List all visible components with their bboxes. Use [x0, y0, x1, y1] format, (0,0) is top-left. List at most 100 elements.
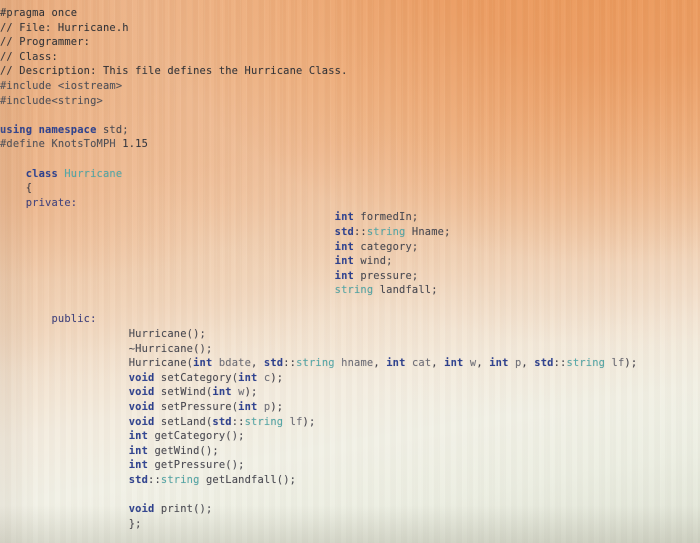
- code-token: hname: [341, 357, 374, 370]
- code-token: getWind();: [148, 444, 219, 457]
- code-line: int pressure;: [0, 269, 700, 284]
- code-line: void print();: [0, 502, 700, 517]
- code-line: void setLand(std::string lf);: [0, 415, 700, 430]
- code-token: int: [386, 357, 406, 370]
- code-token: wind;: [353, 255, 393, 268]
- code-token: class: [25, 167, 58, 180]
- code-token: 1.15: [122, 138, 149, 151]
- code-token: );: [270, 401, 284, 414]
- code-token: int: [128, 459, 149, 472]
- code-token: int: [212, 386, 232, 399]
- code-token: landfall;: [373, 284, 438, 297]
- code-token: int: [238, 401, 258, 414]
- code-token: string: [244, 415, 284, 428]
- code-token: void: [128, 503, 155, 516]
- code-line: void setPressure(int p);: [0, 400, 700, 415]
- code-line: ~Hurricane();: [0, 342, 700, 357]
- code-token: setPressure(: [154, 401, 239, 414]
- code-token: cat: [411, 357, 432, 370]
- code-line: std::string Hname;: [0, 225, 700, 240]
- screen-photo: #pragma once // File: Hurricane.h // Progr…: [0, 0, 700, 543]
- code-editor-text: #pragma once // File: Hurricane.h // Progr…: [0, 0, 700, 543]
- code-token: ,: [431, 357, 445, 370]
- code-line: };: [0, 517, 700, 532]
- code-token: int: [193, 357, 213, 370]
- code-token: #define KnotsToMPH: [0, 138, 123, 151]
- code-line: public:: [0, 312, 700, 327]
- code-token: {: [25, 182, 33, 195]
- code-token: );: [270, 371, 284, 384]
- code-token: void: [128, 371, 155, 384]
- code-token: std: [534, 357, 554, 370]
- code-line: // Class:: [0, 50, 700, 65]
- code-line: Hurricane(int bdate, std::string hname, …: [0, 356, 700, 371]
- code-token: std: [128, 474, 149, 486]
- code-token: int: [128, 444, 149, 457]
- code-token: int: [128, 430, 149, 443]
- code-token: #include <iostream>: [0, 79, 123, 92]
- code-token: #include<string>: [0, 94, 103, 107]
- code-token: void: [128, 401, 155, 414]
- code-token: bdate: [218, 357, 252, 370]
- code-token: ,: [251, 357, 264, 370]
- code-token: category;: [353, 240, 419, 253]
- code-token: ,: [373, 357, 387, 370]
- code-token: std: [334, 225, 354, 238]
- code-token: string: [296, 357, 335, 370]
- code-token: void: [128, 415, 155, 428]
- code-token: void: [128, 386, 155, 399]
- code-token: string: [566, 357, 606, 370]
- code-token: int: [444, 357, 464, 370]
- code-token: ::: [231, 415, 245, 428]
- code-line: private:: [0, 196, 700, 211]
- code-line: int category;: [0, 240, 700, 255]
- code-token: int: [334, 211, 354, 224]
- code-token: ::: [283, 357, 297, 370]
- code-token: getCategory();: [148, 430, 245, 443]
- code-token: string: [334, 284, 374, 297]
- code-line: class Hurricane: [0, 167, 700, 182]
- code-token: Hurricane(: [128, 357, 194, 370]
- code-token: pressure;: [353, 269, 419, 282]
- code-token: getLandfall();: [199, 474, 297, 486]
- code-line: void setWind(int w);: [0, 385, 700, 400]
- code-line: std::string getLandfall();: [0, 473, 700, 488]
- code-token: // Programmer:: [0, 36, 91, 49]
- code-line: {: [0, 181, 700, 196]
- code-line: using namespace std;: [0, 123, 700, 138]
- code-line: // File: Hurricane.h: [0, 21, 700, 36]
- code-token: ::: [148, 474, 161, 486]
- code-line: int formedIn;: [0, 210, 700, 225]
- code-token: string: [160, 474, 200, 486]
- code-token: Hurricane: [64, 167, 123, 180]
- code-token: getPressure();: [148, 459, 245, 472]
- code-token: setLand(: [154, 415, 213, 428]
- code-token: int: [238, 371, 258, 384]
- code-token: // File: Hurricane.h: [0, 21, 129, 34]
- code-token: );: [624, 357, 638, 370]
- code-token: setWind(: [154, 386, 213, 399]
- code-token: Hname;: [405, 225, 451, 238]
- code-token: int: [334, 269, 354, 282]
- code-token: // Description: This file defines the Hu…: [0, 65, 348, 78]
- code-token: setCategory(: [154, 371, 239, 384]
- code-line: #include<string>: [0, 94, 700, 109]
- code-token: lf: [289, 415, 303, 428]
- code-line: int getPressure();: [0, 458, 700, 473]
- code-token: // Class:: [0, 50, 58, 63]
- code-token: std: [263, 357, 284, 370]
- code-line: // Programmer:: [0, 35, 700, 50]
- code-token: ~Hurricane();: [128, 342, 213, 355]
- code-line: #pragma once: [0, 6, 700, 21]
- code-token: std: [212, 415, 232, 428]
- code-line: void setCategory(int c);: [0, 371, 700, 386]
- code-token: );: [244, 386, 258, 399]
- code-token: ,: [521, 357, 535, 370]
- code-token: string: [366, 225, 406, 238]
- code-token: lf: [611, 357, 625, 370]
- code-line: Hurricane();: [0, 327, 700, 342]
- code-line: #define KnotsToMPH 1.15: [0, 137, 700, 152]
- code-token: int: [334, 255, 354, 268]
